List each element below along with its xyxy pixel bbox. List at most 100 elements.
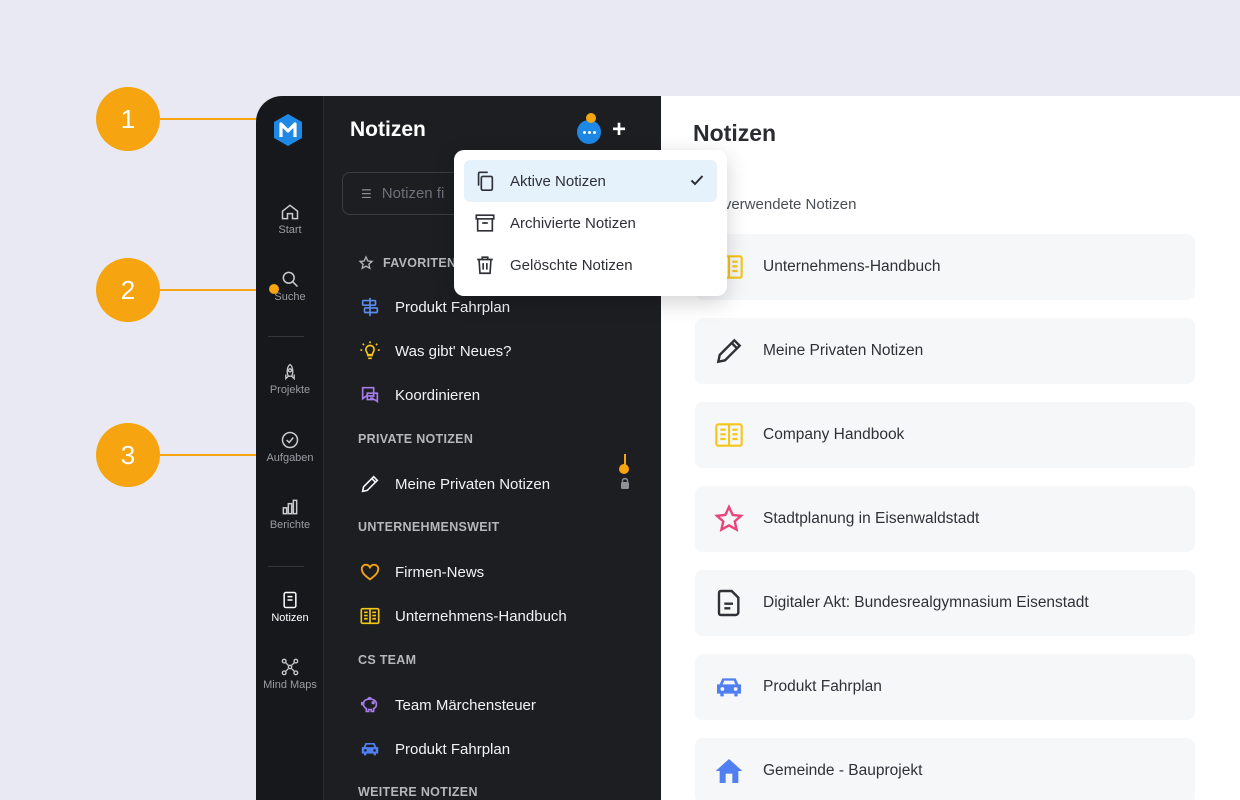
heart-icon (360, 563, 380, 581)
card-label: Produkt Fahrplan (763, 678, 882, 695)
pencil-icon (361, 475, 379, 493)
lock-icon (621, 477, 629, 489)
signpost-icon (361, 297, 379, 317)
card-company-handbook[interactable]: Company Handbook (695, 402, 1195, 468)
car-icon (717, 678, 741, 697)
main-content: Notizen tlich verwendete Notizen Unterne… (661, 96, 1240, 800)
rail-label-start: Start (278, 224, 302, 236)
add-note-button[interactable]: + (612, 116, 626, 144)
check-icon (690, 175, 704, 186)
rail-berichte[interactable]: Berichte (256, 497, 324, 531)
app-logo-icon[interactable] (270, 112, 306, 148)
rail-label-projekte: Projekte (269, 384, 311, 396)
page-title: Notizen (693, 120, 777, 146)
rail-mindmaps[interactable]: Mind Maps (256, 657, 324, 691)
bar-chart-icon (282, 499, 298, 515)
rail-start[interactable]: Start (256, 202, 324, 236)
rail-divider (268, 336, 304, 337)
card-unternehmens-handbuch[interactable]: Unternehmens-Handbuch (695, 234, 1195, 300)
document-icon (717, 589, 740, 617)
rail-projekte[interactable]: Projekte (256, 362, 324, 396)
note-team-maerchensteuer[interactable]: Team Märchensteuer (358, 693, 536, 717)
chat-icon (361, 386, 379, 403)
note-firmen-news[interactable]: Firmen-News (358, 560, 484, 584)
dropdown-geloeschte-notizen[interactable]: Gelöschte Notizen (464, 244, 717, 286)
note-label: Team Märchensteuer (395, 696, 536, 714)
note-koordinieren[interactable]: Koordinieren (358, 383, 480, 407)
app-window: Start Suche Projekte Aufgaben Berichte N… (256, 96, 1240, 800)
filter-icon: ☰ (361, 186, 372, 201)
dropdown-label: Archivierte Notizen (510, 214, 636, 232)
star-icon (714, 504, 744, 533)
dropdown-archivierte-notizen[interactable]: Archivierte Notizen (464, 202, 717, 244)
rail-aufgaben[interactable]: Aufgaben (256, 430, 324, 464)
note-label: Koordinieren (395, 386, 481, 404)
dropdown-label: Aktive Notizen (510, 172, 606, 190)
note-produkt-fahrplan-cs[interactable]: Produkt Fahrplan (358, 737, 510, 761)
star-outline-icon (358, 255, 374, 270)
panel-title: Notizen (350, 118, 426, 141)
section-favoriten: FAVORITEN (358, 255, 456, 271)
book-icon (715, 423, 743, 447)
card-label: Company Handbook (763, 426, 905, 443)
note-produkt-fahrplan[interactable]: Produkt Fahrplan (358, 295, 510, 319)
more-options-button[interactable] (577, 120, 601, 144)
rail-label-notizen: Notizen (271, 612, 309, 624)
card-produkt-fahrplan[interactable]: Produkt Fahrplan (695, 654, 1195, 720)
note-label: Produkt Fahrplan (395, 740, 511, 758)
section-weitere: WEITERE NOTIZEN (358, 785, 478, 799)
note-label: Was gibt' Neues? (395, 342, 512, 360)
piggy-bank-icon (360, 696, 378, 713)
card-stadtplanung[interactable]: Stadtplanung in Eisenwaldstadt (695, 486, 1195, 552)
card-label: Stadtplanung in Eisenwaldstadt (763, 510, 980, 527)
card-label: Unternehmens-Handbuch (763, 258, 941, 275)
card-label: Meine Privaten Notizen (763, 342, 924, 359)
note-was-gibt-neues[interactable]: Was gibt' Neues? (358, 339, 512, 363)
nav-rail: Start Suche Projekte Aufgaben Berichte N… (256, 96, 324, 800)
rail-label-suche: Suche (274, 291, 306, 303)
pencil-icon (716, 338, 742, 364)
callout-2-dot (269, 284, 279, 294)
note-label: Firmen-News (395, 563, 485, 581)
callout-2: 2 (96, 258, 160, 322)
lightbulb-icon (360, 341, 380, 360)
car-icon (361, 743, 379, 756)
section-unternehmensweit: UNTERNEHMENSWEIT (358, 520, 500, 534)
note-label: Meine Privaten Notizen (395, 475, 551, 493)
card-label: Gemeinde - Bauprojekt (763, 762, 923, 779)
card-label: Digitaler Akt: Bundesrealgymnasium Eisen… (763, 594, 1089, 611)
rail-divider (268, 566, 304, 567)
callout-1: 1 (96, 87, 160, 151)
rail-suche[interactable]: Suche (256, 269, 324, 303)
section-private: PRIVATE NOTIZEN (358, 432, 474, 446)
card-digitaler-akt[interactable]: Digitaler Akt: Bundesrealgymnasium Eisen… (695, 570, 1195, 636)
dropdown-aktive-notizen[interactable]: Aktive Notizen (464, 160, 717, 202)
house-icon (715, 759, 743, 783)
note-meine-privaten[interactable]: Meine Privaten Notizen (358, 472, 550, 496)
card-meine-privaten[interactable]: Meine Privaten Notizen (695, 318, 1195, 384)
book-icon (360, 607, 380, 625)
callout-1-dot (586, 113, 596, 123)
search-icon (282, 271, 299, 288)
check-circle-icon (281, 431, 299, 449)
filter-placeholder: Notizen fi (381, 185, 445, 202)
rocket-icon (285, 363, 295, 381)
trash-icon (477, 256, 493, 275)
rail-label-aufgaben: Aufgaben (266, 452, 314, 464)
rail-notizen[interactable]: Notizen (256, 590, 324, 624)
note-icon (283, 591, 297, 609)
mindmap-icon (281, 658, 299, 676)
rail-label-berichte: Berichte (269, 519, 311, 531)
callout-3-dot (619, 464, 629, 474)
notes-filter-dropdown: Aktive Notizen Archivierte Notizen Gelös… (454, 150, 727, 296)
home-icon (281, 204, 299, 220)
note-label: Unternehmens-Handbuch (395, 607, 567, 625)
note-unternehmens-handbuch[interactable]: Unternehmens-Handbuch (358, 604, 567, 628)
callout-3: 3 (96, 423, 160, 487)
section-cs-team: CS TEAM (358, 653, 417, 667)
archive-icon (475, 214, 495, 232)
rail-label-mindmaps: Mind Maps (263, 679, 317, 691)
dropdown-label: Gelöschte Notizen (510, 256, 633, 274)
note-label: Produkt Fahrplan (395, 298, 511, 316)
card-gemeinde-bauprojekt[interactable]: Gemeinde - Bauprojekt (695, 738, 1195, 800)
